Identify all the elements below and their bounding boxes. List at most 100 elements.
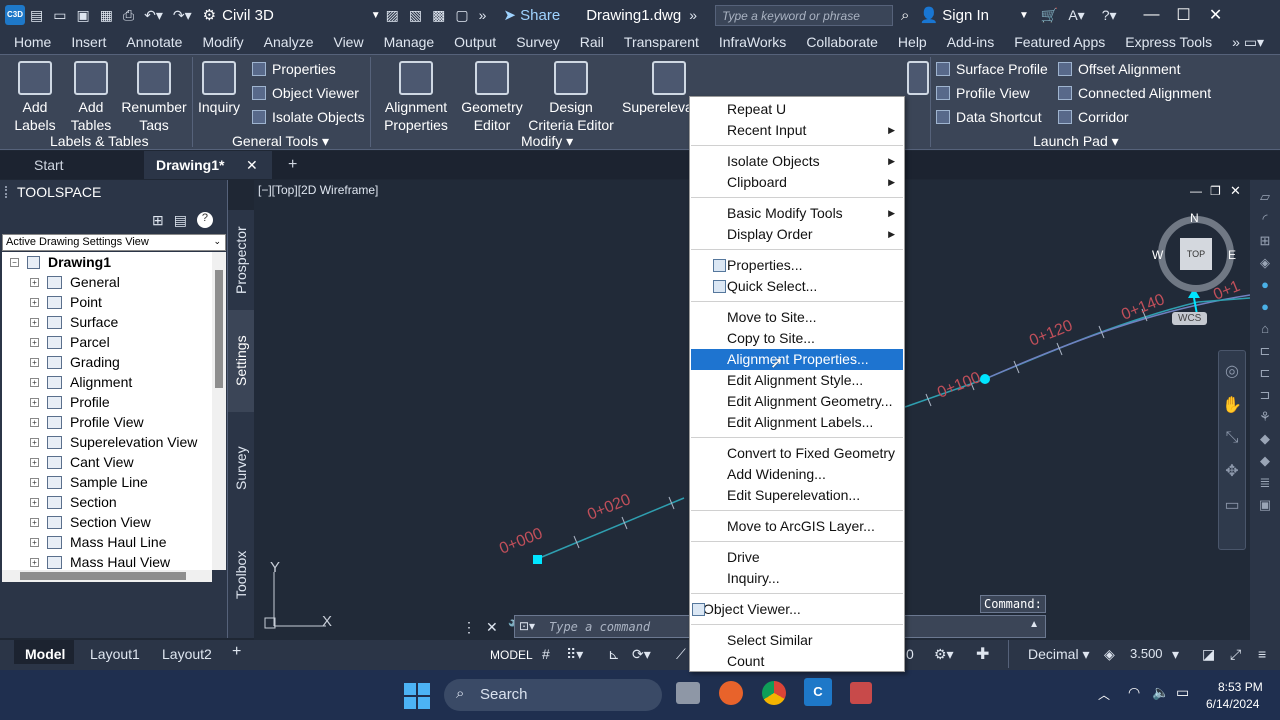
tree-item-cant-view[interactable]: + Cant View: [2, 452, 212, 472]
general-tools-panel-label[interactable]: General Tools ▾: [232, 133, 329, 150]
expand-icon[interactable]: +: [30, 317, 39, 327]
menu-item-inquiry[interactable]: Inquiry...: [691, 568, 903, 589]
autodesk-icon[interactable]: A▾: [1068, 7, 1084, 24]
profile-view-button[interactable]: Profile View: [936, 82, 1030, 104]
chrome-icon[interactable]: [762, 681, 786, 705]
share-button[interactable]: ➤ Share: [503, 6, 560, 24]
minimize-icon[interactable]: —: [1136, 6, 1168, 24]
viewport-close-icon[interactable]: ✕: [1230, 183, 1241, 199]
isolate-objects-button[interactable]: Isolate Objects: [252, 106, 365, 128]
menu-item-move-to-site[interactable]: Move to Site...: [691, 307, 903, 328]
add-labels-button[interactable]: Add Labels: [12, 59, 58, 134]
ribbon-tab-add-ins[interactable]: Add-ins: [937, 34, 1004, 50]
geometry-editor-button[interactable]: Geometry Editor: [458, 59, 526, 131]
tab-layout2[interactable]: Layout2: [162, 646, 212, 662]
menu-item-edit-superelevation[interactable]: Edit Superelevation...: [691, 485, 903, 506]
chevron-up-icon[interactable]: ▲: [1029, 619, 1039, 630]
ribbon-tab-featured-apps[interactable]: Featured Apps: [1004, 34, 1115, 50]
tree-item-general[interactable]: + General: [2, 272, 212, 292]
help-icon[interactable]: ?▾: [1102, 7, 1117, 24]
redo-icon[interactable]: ↷▾: [173, 7, 192, 24]
app-logo[interactable]: C3D: [5, 5, 25, 25]
taskbar-search[interactable]: ⌕ Search: [444, 679, 662, 711]
ribbon-tab-survey[interactable]: Survey: [506, 34, 570, 50]
launch-pad-panel-label[interactable]: Launch Pad ▾: [1033, 133, 1119, 150]
ribbon-overflow-icon[interactable]: » ▭▾: [1222, 34, 1274, 51]
grip-icon[interactable]: [5, 186, 11, 198]
ribbon-tab-rail[interactable]: Rail: [570, 34, 614, 50]
menu-item-add-widening[interactable]: Add Widening...: [691, 464, 903, 485]
new-tab-button[interactable]: +: [276, 151, 306, 179]
expand-icon[interactable]: +: [30, 377, 39, 387]
menu-item-convert-to-fixed-geometry[interactable]: Convert to Fixed Geometry: [691, 443, 903, 464]
panel-icon[interactable]: ▤: [174, 212, 187, 229]
ribbon-tab-analyze[interactable]: Analyze: [254, 34, 324, 50]
sign-in-button[interactable]: 👤 Sign In: [919, 6, 989, 24]
save-icon[interactable]: ▣: [76, 7, 89, 24]
modify-panel-label[interactable]: Modify ▾: [521, 133, 573, 150]
bracket-tool-icon[interactable]: ⊐: [1250, 384, 1280, 406]
fill-tool-icon[interactable]: ◆: [1250, 428, 1280, 450]
object-viewer-button[interactable]: Object Viewer: [252, 82, 359, 104]
isolate-icon[interactable]: ◪: [1202, 646, 1215, 663]
menu-item-object-viewer[interactable]: Object Viewer...: [691, 599, 903, 620]
properties-button[interactable]: Properties: [252, 58, 336, 80]
ribbon-tab-annotate[interactable]: Annotate: [116, 34, 192, 50]
tree-item-point[interactable]: + Point: [2, 292, 212, 312]
orbit-icon[interactable]: ✥: [1219, 461, 1245, 481]
menu-item-drive[interactable]: Drive: [691, 547, 903, 568]
undo-icon[interactable]: ↶▾: [144, 7, 163, 24]
cube-tool-icon[interactable]: ▣: [1250, 494, 1280, 516]
ribbon-tab-express-tools[interactable]: Express Tools: [1115, 34, 1222, 50]
settings-gear-icon[interactable]: ⚙▾: [934, 646, 954, 663]
ribbon-tab-collaborate[interactable]: Collaborate: [796, 34, 888, 50]
ribbon-tab-transparent[interactable]: Transparent: [614, 34, 709, 50]
menu-item-repeat-u[interactable]: Repeat U: [691, 99, 903, 120]
arc-tool-icon[interactable]: ◜: [1250, 208, 1280, 230]
command-prompt-icon[interactable]: ⊡▾: [519, 619, 535, 633]
viewport-restore-icon[interactable]: ❐: [1210, 184, 1221, 198]
close-icon[interactable]: ✕: [486, 619, 498, 636]
drawing1-tab[interactable]: Drawing1* ✕: [144, 151, 272, 179]
menu-item-quick-select[interactable]: Quick Select...: [691, 276, 903, 297]
units-select[interactable]: Decimal ▾: [1028, 646, 1090, 663]
expand-icon[interactable]: +: [30, 497, 39, 507]
bracket-tool-icon[interactable]: ⊏: [1250, 340, 1280, 362]
expand-icon[interactable]: +: [30, 297, 39, 307]
tree-root[interactable]: − Drawing1: [2, 252, 212, 272]
viewport-minimize-icon[interactable]: —: [1190, 184, 1202, 198]
expand-icon[interactable]: +: [30, 517, 39, 527]
expand-icon[interactable]: +: [30, 357, 39, 367]
scale-value[interactable]: 3.500: [1130, 646, 1163, 661]
menu-item-basic-modify-tools[interactable]: Basic Modify Tools ▶: [691, 203, 903, 224]
design-criteria-editor-button[interactable]: Design Criteria Editor: [528, 59, 614, 131]
clock-time[interactable]: 8:53 PM: [1218, 680, 1263, 694]
new-icon[interactable]: ▤: [30, 7, 43, 24]
ribbon-tab-output[interactable]: Output: [444, 34, 506, 50]
tree-item-superelevation-view[interactable]: + Superelevation View: [2, 432, 212, 452]
menu-item-clipboard[interactable]: Clipboard ▶: [691, 172, 903, 193]
tab-layout1[interactable]: Layout1: [90, 646, 140, 662]
task-view-icon[interactable]: [676, 682, 700, 704]
menu-icon[interactable]: ≡: [1258, 646, 1266, 662]
add-tables-button[interactable]: Add Tables: [68, 59, 114, 134]
firefox-icon[interactable]: [719, 681, 743, 705]
menu-item-recent-input[interactable]: Recent Input ▶: [691, 120, 903, 141]
ribbon-tab-insert[interactable]: Insert: [61, 34, 116, 50]
menu-item-select-similar[interactable]: Select Similar: [691, 630, 903, 651]
tree-item-mass-haul-line[interactable]: + Mass Haul Line: [2, 532, 212, 552]
navigation-bar[interactable]: ◎ ✋ ⤡ ✥ ▭: [1218, 350, 1246, 550]
ribbon-tab-manage[interactable]: Manage: [374, 34, 445, 50]
tree-item-grading[interactable]: + Grading: [2, 352, 212, 372]
tree-item-alignment[interactable]: + Alignment: [2, 372, 212, 392]
ortho-icon[interactable]: ⊾: [608, 646, 620, 663]
launch-pad-tool-button[interactable]: [906, 59, 930, 131]
command-input[interactable]: Type a command: [549, 620, 650, 634]
menu-item-alignment-properties[interactable]: Alignment Properties...: [691, 349, 903, 370]
expand-icon[interactable]: +: [30, 277, 39, 287]
layer-tool-icon[interactable]: ◈: [1250, 252, 1280, 274]
sign-in-dropdown-icon[interactable]: ▼: [1019, 10, 1029, 21]
renumber-tags-button[interactable]: Renumber Tags: [120, 59, 188, 131]
steering-wheel-icon[interactable]: ◎: [1219, 361, 1245, 381]
menu-item-move-to-arcgis-layer[interactable]: Move to ArcGIS Layer...: [691, 516, 903, 537]
